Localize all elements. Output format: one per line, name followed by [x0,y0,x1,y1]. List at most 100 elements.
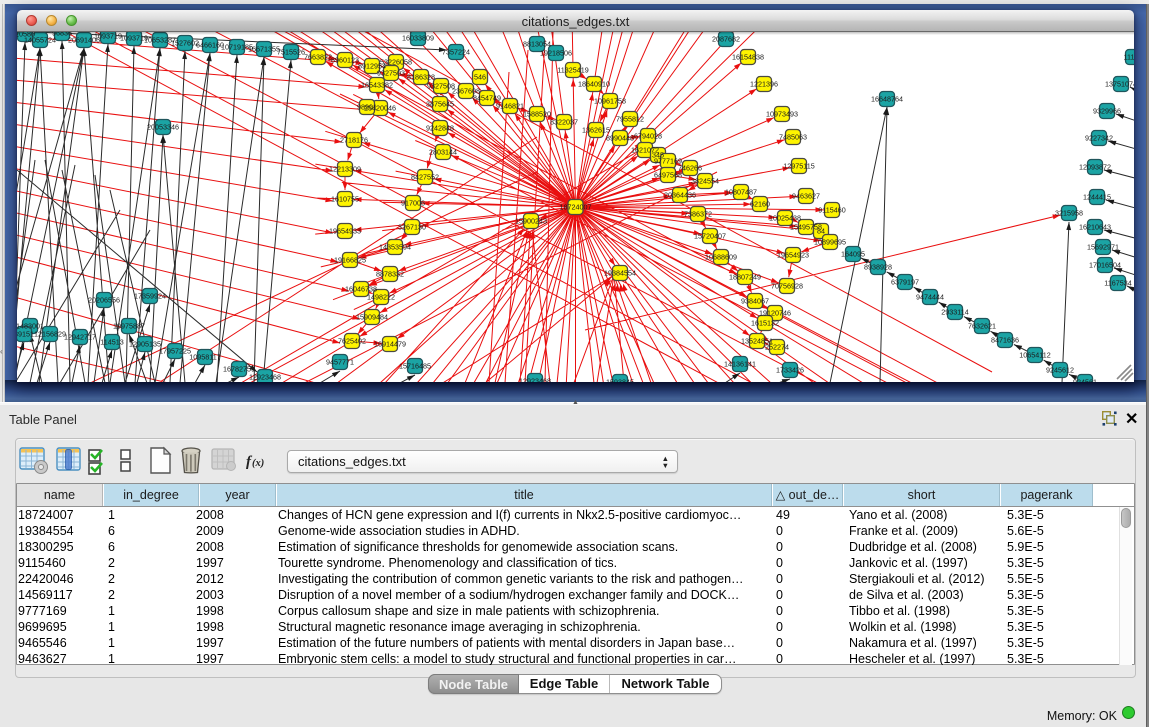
svg-text:16671355: 16671355 [248,45,280,54]
svg-text:8938928: 8938928 [864,263,892,272]
svg-text:10899695: 10899695 [814,238,846,247]
svg-text:98901: 98901 [357,103,377,112]
svg-text:2803144: 2803144 [429,148,457,157]
svg-text:11325419: 11325419 [557,66,588,75]
svg-text:18724007: 18724007 [560,203,592,212]
svg-text:3215958: 3215958 [1055,209,1083,218]
svg-text:16648764: 16648764 [871,95,903,104]
svg-text:39151: 39151 [17,330,34,339]
svg-text:10688609: 10688609 [705,253,737,262]
svg-text:8427552: 8427552 [411,173,439,182]
svg-text:10025438: 10025438 [769,214,801,223]
svg-text:3875645: 3875645 [426,100,454,109]
svg-text:17957225: 17957225 [159,347,191,356]
svg-text:9146821: 9146821 [496,102,524,111]
svg-text:7485063: 7485063 [779,133,807,142]
svg-text:62160: 62160 [750,200,770,209]
svg-text:1593845: 1593845 [606,378,634,383]
svg-text:3267130: 3267130 [398,223,426,232]
svg-text:164095: 164095 [841,250,865,259]
svg-text:7515526: 7515526 [277,48,305,57]
svg-text:252274: 252274 [765,343,789,352]
svg-text:7625402: 7625402 [338,337,366,346]
svg-text:18807249: 18807249 [729,273,761,282]
svg-text:12942717: 12942717 [64,333,96,342]
svg-text:12975115: 12975115 [783,162,814,171]
svg-text:19654923: 19654923 [777,251,809,260]
svg-text:12923468: 12923468 [249,373,281,382]
svg-text:10958117: 10958117 [189,353,220,362]
svg-text:8960123: 8960123 [331,56,359,65]
svg-text:3824554: 3824554 [691,177,719,186]
svg-text:16210643: 16210643 [1079,223,1111,232]
svg-text:16543382: 16543382 [361,81,393,90]
svg-text:6497568: 6497568 [654,171,682,180]
svg-text:1244415: 1244415 [1083,193,1111,202]
svg-text:12905135: 12905135 [129,340,161,349]
svg-text:15909484: 15909484 [356,313,388,322]
svg-text:84: 84 [817,227,825,236]
svg-text:2718176: 2718176 [340,136,368,145]
svg-text:9329966: 9329966 [1093,107,1121,116]
svg-text:917006: 917006 [401,199,425,208]
svg-text:6466160: 6466160 [196,41,224,50]
svg-text:10654112: 10654112 [1019,351,1050,360]
svg-text:9474444: 9474444 [916,293,944,302]
svg-text:(x): (x) [252,458,264,469]
svg-text:20053346: 20053346 [147,123,179,132]
svg-text:18640910: 18640910 [578,80,610,89]
svg-text:70756928: 70756928 [771,282,803,291]
svg-text:14353594: 14353594 [379,243,411,252]
svg-text:7663822: 7663822 [304,53,332,62]
svg-text:15692971: 15692971 [1087,243,1119,252]
svg-text:14136141: 14136141 [724,360,756,369]
svg-text:9384067: 9384067 [741,297,769,306]
svg-text:11121: 11121 [1124,53,1134,62]
svg-text:9327503: 9327503 [377,69,405,78]
svg-text:7386372: 7386372 [684,210,712,219]
svg-text:1498222: 1498222 [367,293,395,302]
svg-text:9245612: 9245612 [1046,366,1074,375]
svg-text:16914479: 16914479 [374,340,406,349]
svg-text:12156829: 12156829 [34,330,66,339]
svg-text:15900243: 15900243 [515,217,547,226]
svg-text:9463627: 9463627 [792,192,820,201]
svg-text:19975887: 19975887 [113,322,145,331]
svg-text:8813054: 8813054 [523,40,551,49]
svg-text:15720407: 15720407 [694,232,726,241]
svg-text:10973493: 10973493 [766,110,798,119]
svg-text:10807487: 10807487 [725,188,757,197]
svg-text:19166825: 19166825 [334,256,366,265]
svg-text:7357224: 7357224 [442,48,470,57]
svg-text:7955812: 7955812 [616,115,644,124]
svg-text:12213309: 12213309 [329,165,361,174]
svg-text:12923468: 12923468 [519,377,551,383]
svg-text:1167534: 1167534 [1104,279,1131,288]
svg-text:8990448: 8990448 [606,134,634,143]
svg-text:1588520: 1588520 [523,110,551,119]
svg-text:13751074: 13751074 [1105,80,1134,89]
svg-text:7632621: 7632621 [968,322,996,331]
svg-text:6794028: 6794028 [634,132,662,141]
svg-text:1527602: 1527602 [171,39,199,48]
svg-text:8471636: 8471636 [991,336,1019,345]
svg-text:6379197: 6379197 [891,278,919,287]
svg-text:12093872: 12093872 [1079,163,1111,172]
svg-text:8186328: 8186328 [407,73,435,82]
svg-text:10961758: 10961758 [594,97,626,106]
svg-text:924561: 924561 [1073,378,1097,383]
svg-text:53226058: 53226058 [380,58,412,67]
svg-text:19218506: 19218506 [540,49,572,58]
svg-text:19120746: 19120746 [759,309,791,318]
svg-text:9227342: 9227342 [1085,134,1113,143]
svg-text:1615132: 1615132 [751,319,779,328]
svg-text:9327508: 9327508 [427,82,455,91]
svg-text:546: 546 [474,73,486,82]
svg-text:17016504: 17016504 [1089,261,1121,270]
svg-text:9242848: 9242848 [426,124,454,133]
svg-text:114513: 114513 [100,338,123,347]
svg-text:8322037: 8322037 [550,118,578,127]
svg-text:20206556: 20206556 [88,296,120,305]
svg-text:16154838: 16154838 [732,53,764,62]
svg-text:2933114: 2933114 [941,308,968,317]
